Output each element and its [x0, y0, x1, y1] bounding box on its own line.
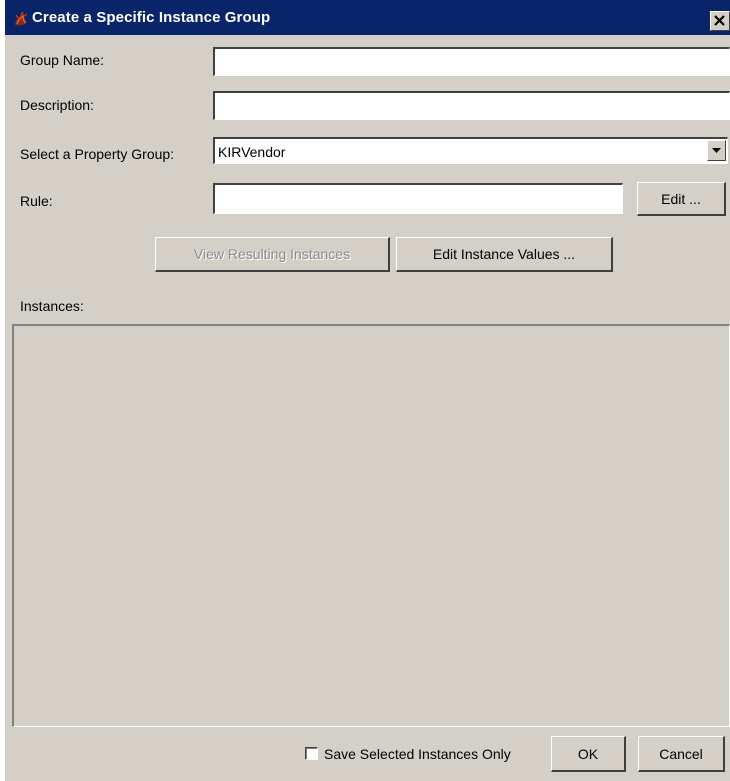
property-group-label: Select a Property Group:: [20, 146, 175, 162]
description-input[interactable]: [213, 91, 730, 120]
title-bar[interactable]: Create a Specific Instance Group: [5, 0, 730, 35]
close-button[interactable]: [710, 11, 730, 31]
rule-input[interactable]: [213, 183, 623, 214]
ok-button[interactable]: OK: [551, 736, 626, 772]
description-label: Description:: [20, 97, 94, 113]
save-selected-checkbox[interactable]: [305, 747, 318, 760]
property-group-select[interactable]: KIRVendor: [213, 137, 728, 164]
view-resulting-instances-button[interactable]: View Resulting Instances: [155, 237, 390, 272]
app-icon: [15, 11, 28, 26]
rule-label: Rule:: [20, 193, 53, 209]
property-group-dropdown-button[interactable]: [707, 140, 726, 161]
edit-rule-button[interactable]: Edit ...: [637, 182, 726, 216]
instances-label: Instances:: [20, 298, 84, 314]
edit-instance-values-button[interactable]: Edit Instance Values ...: [396, 237, 613, 272]
instances-list[interactable]: [12, 324, 730, 727]
group-name-input[interactable]: [213, 47, 730, 76]
chevron-down-icon: [712, 148, 721, 153]
cancel-button[interactable]: Cancel: [638, 736, 725, 772]
window-title: Create a Specific Instance Group: [32, 9, 271, 26]
close-icon: [714, 15, 725, 26]
property-group-value: KIRVendor: [218, 144, 286, 160]
save-selected-label[interactable]: Save Selected Instances Only: [324, 746, 511, 762]
group-name-label: Group Name:: [20, 52, 105, 68]
create-instance-group-dialog: Create a Specific Instance Group Group N…: [5, 0, 730, 781]
